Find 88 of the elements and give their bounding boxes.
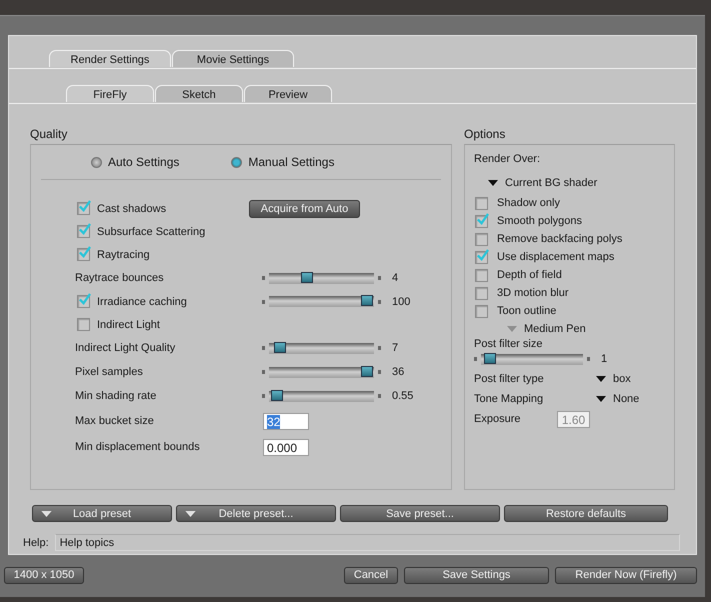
- slider-thumb[interactable]: [301, 272, 314, 282]
- caret-icon: [41, 511, 52, 517]
- tab[interactable]: Sketch: [155, 85, 243, 102]
- dialog-button[interactable]: Save Settings: [404, 566, 549, 584]
- setting-label: Indirect Light: [97, 318, 160, 330]
- slider-end-icon: [262, 394, 265, 398]
- setting-label: Post filter size: [474, 338, 544, 352]
- checkbox[interactable]: [475, 286, 488, 300]
- preset-button[interactable]: Delete preset...: [176, 505, 336, 522]
- setting-label: Post filter type: [474, 373, 545, 385]
- tab[interactable]: Movie Settings: [172, 50, 294, 67]
- setting-label: Min shading rate: [75, 390, 156, 402]
- option-label: Remove backfacing polys: [497, 233, 622, 245]
- radio-button[interactable]: [231, 156, 242, 168]
- setting-label: Subsurface Scattering: [97, 226, 206, 238]
- checkbox[interactable]: [475, 304, 488, 318]
- slider-value: 100: [392, 296, 410, 308]
- slider-value: 1: [601, 353, 608, 365]
- checkbox[interactable]: [77, 248, 90, 261]
- dialog-button[interactable]: Render Now (Firefly): [555, 566, 697, 584]
- slider-thumb[interactable]: [484, 352, 496, 364]
- option-label: Smooth polygons: [497, 215, 582, 227]
- acquire-button[interactable]: Acquire from Auto: [249, 200, 360, 218]
- setting-label: Min displacement bounds: [75, 441, 200, 453]
- help-label: Help:: [23, 536, 49, 548]
- checkbox[interactable]: [77, 295, 90, 308]
- tone-mapping-dropdown[interactable]: None: [596, 390, 640, 408]
- radio-label: Manual Settings: [248, 155, 334, 169]
- preset-button[interactable]: Restore defaults: [504, 505, 668, 522]
- checkbox[interactable]: [77, 202, 90, 215]
- section-title: Quality: [30, 127, 68, 143]
- resolution-button[interactable]: 1400 x 1050: [4, 566, 84, 584]
- help-field: Help topics: [54, 534, 680, 551]
- setting-label: Raytracing: [97, 248, 150, 260]
- radio-button[interactable]: [91, 156, 102, 168]
- slider-end-icon: [262, 346, 265, 350]
- dialog-button[interactable]: Cancel: [344, 566, 398, 584]
- caret-icon: [185, 511, 196, 517]
- preset-button[interactable]: Save preset...: [340, 505, 500, 522]
- option-label: Use displacement maps: [497, 251, 614, 263]
- slider-thumb[interactable]: [270, 390, 283, 400]
- setting-label: Irradiance caching: [97, 296, 187, 308]
- option-label: 3D motion blur: [497, 287, 569, 299]
- render-over-dropdown[interactable]: Current BG shader: [488, 174, 674, 192]
- slider-end-icon: [587, 357, 590, 361]
- option-label: Shadow only: [497, 197, 560, 209]
- preset-button[interactable]: Load preset: [32, 505, 172, 522]
- tab[interactable]: FireFly: [66, 85, 154, 102]
- checkbox[interactable]: [475, 268, 488, 282]
- slider-end-icon: [378, 394, 381, 398]
- setting-label: Tone Mapping: [474, 393, 544, 405]
- setting-label: Indirect Light Quality: [75, 342, 176, 354]
- setting-label: Exposure: [474, 413, 522, 425]
- slider-end-icon: [378, 370, 381, 374]
- radio-label: Auto Settings: [108, 155, 180, 169]
- input-field[interactable]: 32: [263, 412, 309, 430]
- setting-label: Raytrace bounces: [75, 272, 164, 284]
- slider-end-icon: [474, 357, 477, 361]
- checkbox[interactable]: [77, 225, 90, 238]
- checkbox[interactable]: [475, 250, 488, 264]
- section-title: Options: [464, 127, 506, 143]
- filter-type-dropdown[interactable]: box: [596, 370, 631, 388]
- slider-end-icon: [262, 370, 265, 374]
- slider-thumb[interactable]: [361, 295, 373, 306]
- checkbox[interactable]: [475, 232, 488, 246]
- input-field[interactable]: 0.000: [263, 438, 309, 456]
- checkbox[interactable]: [77, 318, 90, 331]
- slider-end-icon: [262, 300, 265, 304]
- slider-thumb[interactable]: [274, 342, 286, 352]
- tab[interactable]: Render Settings: [49, 50, 171, 67]
- option-label: Depth of field: [497, 269, 562, 281]
- option-label: Toon outline: [497, 305, 556, 317]
- setting-label: Max bucket size: [75, 415, 154, 427]
- slider-end-icon: [262, 276, 265, 280]
- slider-value: 7: [392, 342, 398, 354]
- slider-end-icon: [378, 276, 381, 280]
- slider-value: 0.55: [392, 390, 414, 402]
- checkbox[interactable]: [475, 214, 488, 228]
- setting-label: Pixel samples: [75, 366, 143, 378]
- setting-label: Cast shadows: [97, 202, 166, 214]
- slider-end-icon: [378, 300, 381, 304]
- checkbox[interactable]: [475, 196, 488, 210]
- tab[interactable]: Preview: [244, 85, 332, 102]
- render-over-label: Render Over:: [474, 153, 542, 167]
- slider-end-icon: [378, 346, 381, 350]
- slider-thumb[interactable]: [361, 366, 373, 376]
- slider-value: 36: [392, 366, 404, 378]
- slider-value: 4: [392, 272, 398, 284]
